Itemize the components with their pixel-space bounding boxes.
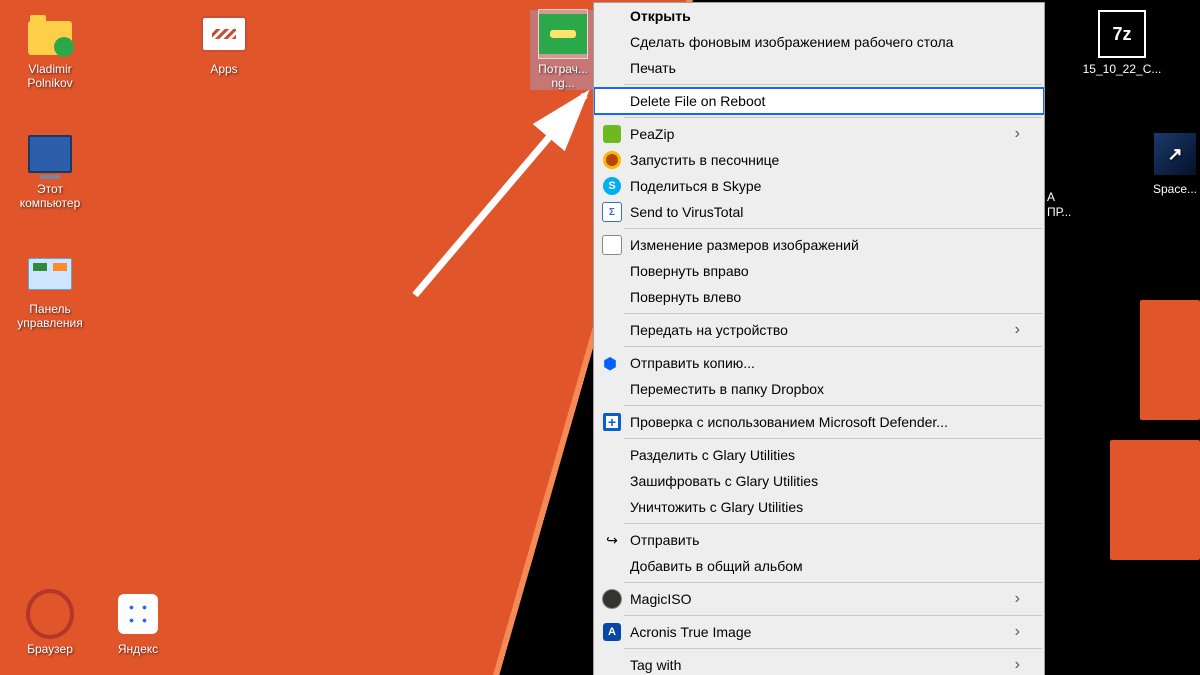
menu-glary-split[interactable]: Разделить с Glary Utilities [594,442,1044,468]
menu-dropbox-move[interactable]: Переместить в папку Dropbox [594,376,1044,402]
menu-cast-device[interactable]: Передать на устройство› [594,317,1044,343]
yandex-icon[interactable]: Яндекс [96,590,180,656]
menu-defender-scan[interactable]: Проверка с использованием Microsoft Defe… [594,409,1044,435]
menu-tag-with[interactable]: Tag with› [594,652,1044,675]
apps-shortcut[interactable]: Apps [182,10,266,76]
windows-logo-decoration [1090,300,1200,580]
control-panel-icon[interactable]: Панель управления [8,250,92,330]
annotation-arrow [410,80,600,300]
menu-rotate-right[interactable]: Повернуть вправо [594,258,1044,284]
selected-file-label: Потрач... ng... [530,62,596,90]
7z-archive-icon[interactable]: 7z 15_10_22_C... [1080,10,1164,76]
chevron-right-icon: › [1015,590,1020,608]
acronis-icon: A [602,622,622,642]
desktop[interactable]: Vladimir Polnikov Apps Этот компьютер Па… [0,0,1200,675]
peazip-icon [602,124,622,144]
menu-peazip[interactable]: PeaZip› [594,121,1044,147]
apps-label: Apps [182,62,266,76]
menu-skype-share[interactable]: SПоделиться в Skype [594,173,1044,199]
menu-glary-encrypt[interactable]: Зашифровать с Glary Utilities [594,468,1044,494]
yandex-label: Яндекс [96,642,180,656]
7z-label: 15_10_22_C... [1080,62,1164,76]
menu-open[interactable]: Открыть [594,3,1044,29]
share-icon: ↪ [602,530,622,550]
menu-glary-destroy[interactable]: Уничтожить с Glary Utilities [594,494,1044,520]
user-folder-label: Vladimir Polnikov [8,62,92,90]
menu-magiciso[interactable]: MagicISO› [594,586,1044,612]
menu-dropbox-send[interactable]: ⬢Отправить копию... [594,350,1044,376]
defender-icon [602,412,622,432]
resize-icon [602,235,622,255]
magiciso-icon [602,589,622,609]
menu-delete-on-reboot[interactable]: Delete File on Reboot [594,88,1044,114]
control-panel-label: Панель управления [8,302,92,330]
menu-share[interactable]: ↪Отправить [594,527,1044,553]
menu-print[interactable]: Печать [594,55,1044,81]
user-folder-icon[interactable]: Vladimir Polnikov [8,10,92,90]
sandboxie-icon [602,150,622,170]
menu-sandbox[interactable]: Запустить в песочнице [594,147,1044,173]
this-pc-icon[interactable]: Этот компьютер [8,130,92,210]
context-menu: Открыть Сделать фоновым изображением раб… [593,2,1045,675]
this-pc-label: Этот компьютер [8,182,92,210]
space-label: Space... [1150,182,1200,196]
chevron-right-icon: › [1015,321,1020,339]
selected-image-file[interactable]: Потрач... ng... [530,10,596,90]
menu-set-wallpaper[interactable]: Сделать фоновым изображением рабочего ст… [594,29,1044,55]
menu-acronis[interactable]: AAcronis True Image› [594,619,1044,645]
obscured-icon-label: А ПР... [1047,190,1071,220]
opera-browser-icon[interactable]: Браузер [8,590,92,656]
chevron-right-icon: › [1015,125,1020,143]
space-app-icon[interactable]: ↗ Space... [1150,130,1200,196]
menu-shared-album[interactable]: Добавить в общий альбом [594,553,1044,579]
menu-resize-images[interactable]: Изменение размеров изображений [594,232,1044,258]
chevron-right-icon: › [1015,623,1020,641]
menu-virustotal[interactable]: ΣSend to VirusTotal [594,199,1044,225]
chevron-right-icon: › [1015,656,1020,674]
skype-icon: S [602,176,622,196]
dropbox-icon: ⬢ [602,353,622,373]
virustotal-icon: Σ [602,202,622,222]
menu-rotate-left[interactable]: Повернуть влево [594,284,1044,310]
opera-label: Браузер [8,642,92,656]
